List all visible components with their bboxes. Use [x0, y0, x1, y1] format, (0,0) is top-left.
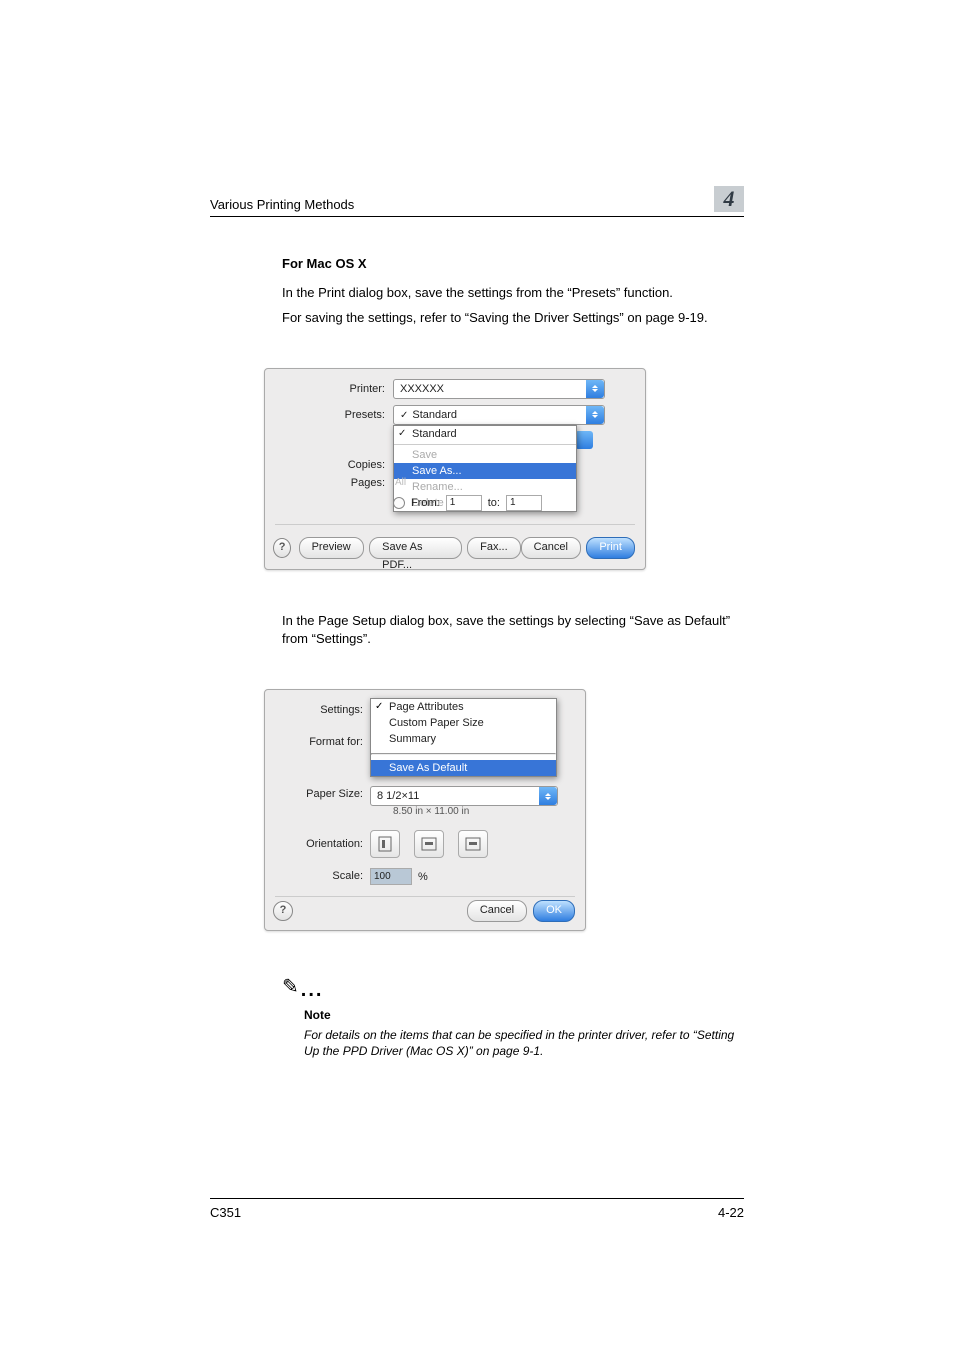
ellipsis-icon: ...	[301, 979, 324, 1001]
presets-select[interactable]: ✓ Standard	[393, 405, 605, 425]
pencil-icon: ✎	[282, 976, 299, 998]
save-as-pdf-button[interactable]: Save As PDF...	[369, 537, 462, 559]
presets-value: Standard	[412, 409, 457, 421]
check-icon: ✓	[398, 428, 406, 439]
settings-label: Settings:	[265, 704, 363, 716]
scale-label: Scale:	[265, 870, 363, 882]
orientation-landscape-left-button[interactable]	[414, 830, 444, 858]
note-label: Note	[304, 1007, 744, 1024]
scale-input[interactable]: 100	[370, 868, 412, 885]
running-header: Various Printing Methods	[210, 197, 354, 212]
copies-label: Copies:	[265, 459, 393, 471]
format-for-label: Format for:	[265, 736, 363, 748]
print-button[interactable]: Print	[586, 537, 635, 559]
from-label: From:	[411, 497, 440, 509]
pages-all-option[interactable]: All	[395, 477, 406, 488]
cancel-button[interactable]: Cancel	[521, 537, 581, 559]
help-button[interactable]: ?	[273, 901, 293, 921]
orientation-portrait-button[interactable]	[370, 830, 400, 858]
landscape-icon	[465, 837, 481, 851]
paragraph: For saving the settings, refer to “Savin…	[282, 309, 744, 328]
presets-label: Presets:	[265, 409, 393, 421]
to-input[interactable]: 1	[506, 495, 542, 511]
printer-select[interactable]: XXXXXX	[393, 379, 605, 399]
chevron-updown-icon	[586, 406, 604, 424]
printer-value: XXXXXX	[400, 383, 444, 395]
settings-menu: ✓Page Attributes Custom Paper Size Summa…	[370, 698, 557, 777]
chapter-number: 4	[714, 186, 744, 212]
settings-menu-summary[interactable]: Summary	[371, 731, 556, 747]
footer-page-number: 4-22	[718, 1205, 744, 1220]
check-icon: ✓	[375, 701, 383, 712]
scale-percent-label: %	[418, 871, 428, 883]
paper-size-value: 8 1/2×11	[377, 790, 419, 802]
landscape-icon	[421, 837, 437, 851]
from-input[interactable]: 1	[446, 495, 482, 511]
chevron-updown-icon	[575, 431, 593, 449]
chevron-updown-icon	[586, 380, 604, 398]
portrait-icon	[378, 836, 392, 852]
orientation-landscape-right-button[interactable]	[458, 830, 488, 858]
paragraph: In the Print dialog box, save the settin…	[282, 284, 744, 303]
print-dialog: Printer: XXXXXX Presets: ✓ Standard	[264, 368, 646, 570]
footer-model: C351	[210, 1205, 241, 1220]
pages-label: Pages:	[265, 477, 393, 489]
section-heading: For Mac OS X	[282, 255, 744, 274]
fax-button[interactable]: Fax...	[467, 537, 521, 559]
ok-button[interactable]: OK	[533, 900, 575, 922]
note-text: For details on the items that can be spe…	[304, 1027, 744, 1061]
check-icon: ✓	[400, 410, 408, 421]
preview-button[interactable]: Preview	[299, 537, 364, 559]
paper-size-label: Paper Size:	[265, 788, 363, 800]
settings-menu-custom-paper-size[interactable]: Custom Paper Size	[371, 715, 556, 731]
to-label: to:	[488, 497, 500, 509]
pages-from-radio[interactable]	[393, 497, 405, 509]
cancel-button[interactable]: Cancel	[467, 900, 527, 922]
settings-menu-page-attributes[interactable]: ✓Page Attributes	[371, 699, 556, 715]
presets-menu-standard[interactable]: Standard	[412, 428, 457, 440]
paragraph: In the Page Setup dialog box, save the s…	[282, 612, 744, 650]
orientation-label: Orientation:	[265, 838, 363, 850]
paper-dimensions: 8.50 in × 11.00 in	[393, 806, 469, 817]
page-setup-dialog: Settings: Format for: Paper Size: Orient…	[264, 689, 586, 931]
settings-menu-save-as-default[interactable]: Save As Default	[371, 760, 556, 776]
paper-size-select[interactable]: 8 1/2×11	[370, 786, 558, 806]
printer-label: Printer:	[265, 383, 393, 395]
chevron-updown-icon	[539, 787, 557, 805]
help-button[interactable]: ?	[273, 538, 291, 558]
